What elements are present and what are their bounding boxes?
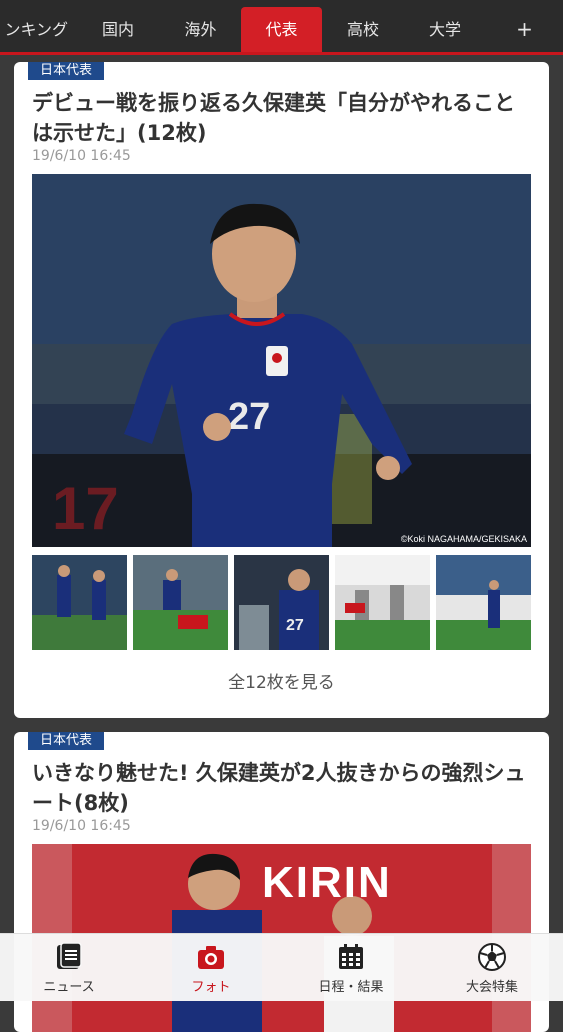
nav-news-button[interactable]: ニュース [14,934,124,1001]
see-all-photos-link[interactable]: 全12枚を見る [14,660,549,706]
tab-overseas[interactable]: 海外 [160,7,241,52]
add-tab-button[interactable]: + [486,7,563,52]
article-title[interactable]: デビュー戦を振り返る久保建英「自分がやれることは示せた」(12枚) [32,88,532,148]
player-illustration: 17 27 [32,174,531,547]
photo-credit: ©Koki NAGAHAMA/GEKISAKA [400,534,527,544]
nav-tournament-label: 大会特集 [465,980,518,995]
calendar-icon [339,944,363,969]
news-icon [57,942,82,969]
nav-tournament-button[interactable]: 大会特集 [437,934,547,1001]
thumbnail-photo[interactable] [436,555,531,650]
nav-schedule-button[interactable]: 日程・結果 [296,934,406,1001]
category-badge: 日本代表 [28,62,105,80]
article-date: 19/6/10 16:45 [32,818,131,834]
top-nav: ンキング 国内 海外 代表 高校 大学 + [0,0,563,55]
nav-schedule-label: 日程・結果 [318,980,384,995]
tab-high-school[interactable]: 高校 [322,7,404,52]
thumbnail-strip: 27 [32,555,531,650]
bottom-nav: ニュース フォト 日程・結果 大会特集 [0,933,563,1001]
soccer-ball-icon [478,943,506,971]
svg-text:27: 27 [286,617,304,634]
hero-photo[interactable]: 17 27 ©Koki NAGAHAMA/GEKISAKA [32,174,531,547]
nav-photo-label: フォト [191,980,231,995]
camera-icon [198,946,224,969]
article-date: 19/6/10 16:45 [32,148,131,164]
nav-photo-button[interactable]: フォト [156,934,266,1001]
tab-university[interactable]: 大学 [404,7,486,52]
svg-text:27: 27 [228,396,270,438]
category-badge: 日本代表 [28,732,105,750]
article-card[interactable]: 日本代表 デビュー戦を振り返る久保建英「自分がやれることは示せた」(12枚) 1… [14,62,549,718]
thumbnail-photo[interactable] [335,555,430,650]
sponsor-banner-text: KIRIN [262,858,392,907]
article-title[interactable]: いきなり魅せた! 久保建英が2人抜きからの強烈シュート(8枚) [32,758,532,818]
tab-national-team[interactable]: 代表 [241,7,322,52]
thumbnail-photo[interactable] [133,555,228,650]
thumbnail-photo[interactable]: 27 [234,555,329,650]
svg-text:17: 17 [52,475,119,542]
tab-ranking[interactable]: ンキング [0,7,76,52]
nav-news-label: ニュース [43,980,95,995]
thumbnail-photo[interactable] [32,555,127,650]
tab-domestic[interactable]: 国内 [76,7,160,52]
